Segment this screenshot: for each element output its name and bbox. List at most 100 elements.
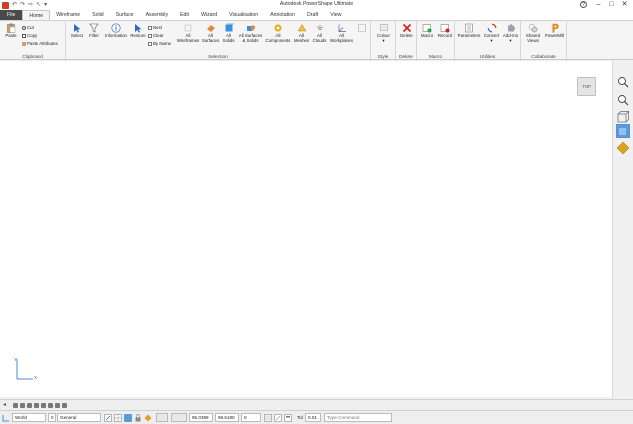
zoom-icon[interactable] <box>616 93 630 107</box>
close-button[interactable]: ✕ <box>618 0 631 10</box>
minimize-button[interactable]: – <box>592 0 605 10</box>
next-icon <box>148 25 152 30</box>
lock-icon[interactable] <box>134 414 142 422</box>
cut-button[interactable]: Cut <box>22 25 34 30</box>
paste-button[interactable]: Paste <box>3 23 19 39</box>
all-workplanes-button[interactable]: All Workplanes <box>328 23 355 43</box>
viewcube-top[interactable]: TOP <box>577 77 596 96</box>
level-name-select[interactable]: General <box>57 413 101 422</box>
view-mode-icon[interactable] <box>124 414 132 422</box>
tab-edit[interactable]: Edit <box>174 10 195 20</box>
level-button[interactable] <box>13 403 18 408</box>
all-components-button[interactable]: All Components <box>264 23 292 43</box>
colour-dropdown-icon[interactable]: ▾ <box>382 38 384 43</box>
copy-button[interactable]: Copy <box>22 33 37 38</box>
parameters-button[interactable]: Parameters <box>456 23 482 39</box>
delete-button[interactable]: Delete <box>397 23 416 39</box>
restore-button[interactable]: Restore <box>129 23 147 39</box>
level-number-field[interactable]: 0 <box>48 413 56 422</box>
polar-icon[interactable] <box>274 414 282 422</box>
tab-surface[interactable]: Surface <box>110 10 140 20</box>
selection-group: Select Filter Information Restore Next C… <box>66 21 371 61</box>
zoom-fit-icon[interactable] <box>616 75 630 89</box>
maximize-button[interactable]: □ <box>605 0 618 10</box>
tab-assembly[interactable]: Assembly <box>140 10 175 20</box>
by-name-icon <box>148 41 152 46</box>
level-button[interactable] <box>48 403 53 408</box>
clear-label: Clear <box>153 33 164 38</box>
graphics-viewport[interactable] <box>0 61 613 397</box>
by-name-button[interactable]: By Name <box>148 41 171 46</box>
material-view-icon[interactable] <box>616 141 630 155</box>
select-arrow-icon <box>74 24 81 33</box>
tab-home[interactable]: Home <box>22 10 51 20</box>
tab-view[interactable]: View <box>324 10 347 20</box>
selection-box-button[interactable] <box>355 23 369 34</box>
shaded-view-icon[interactable] <box>616 124 630 138</box>
workplane-select[interactable]: World <box>12 413 46 422</box>
tab-draft[interactable]: Draft <box>301 10 324 20</box>
addins-button[interactable]: Add-Ins ▾ <box>501 23 520 43</box>
level-nav-left-icon[interactable]: ◂ <box>3 401 6 408</box>
point-cloud-icon <box>316 25 323 31</box>
clear-button[interactable]: Clear <box>148 33 164 38</box>
colour-button[interactable]: Colour ▾ <box>373 23 394 43</box>
window-controls: – □ ✕ <box>592 0 631 10</box>
record-label: Record <box>437 33 453 38</box>
all-surfaces-button[interactable]: All Surfaces <box>201 23 220 43</box>
macro-button[interactable]: Macro <box>418 23 436 39</box>
level-button[interactable] <box>20 403 25 408</box>
all-solids-button[interactable]: All Solids <box>220 23 237 43</box>
all-clouds-button[interactable]: All Clouds <box>311 23 328 43</box>
x-coordinate-field[interactable]: 95.0398 <box>189 413 213 422</box>
cut-label: Cut <box>27 25 34 30</box>
delete-label: Delete <box>400 33 413 38</box>
material-status-icon[interactable] <box>144 414 152 422</box>
all-surfaces-solids-button[interactable]: All Surfaces & Solids <box>237 23 264 43</box>
z-coordinate-field[interactable]: 0 <box>241 413 261 422</box>
tab-wireframe[interactable]: Wireframe <box>50 10 86 20</box>
information-button[interactable]: Information <box>103 23 129 39</box>
tab-annotation[interactable]: Annotation <box>264 10 301 20</box>
filter-icon <box>89 23 99 33</box>
convert-dropdown-icon[interactable]: ▾ <box>490 38 492 43</box>
convert-button[interactable]: Convert ▾ <box>482 23 501 43</box>
help-icon[interactable]: ? <box>580 1 587 8</box>
command-input[interactable] <box>324 413 392 422</box>
calculator-icon[interactable] <box>284 414 292 422</box>
addins-dropdown-icon[interactable]: ▾ <box>509 38 511 43</box>
select-button[interactable]: Select <box>68 23 86 39</box>
powermill-button[interactable]: PowerMill <box>543 23 566 39</box>
level-button[interactable] <box>41 403 46 408</box>
coordinate-mode-icon[interactable] <box>264 414 272 422</box>
all-solids-label-2: Solids <box>222 37 235 43</box>
tab-wizard[interactable]: Wizard <box>195 10 223 20</box>
paste-icon <box>7 23 16 33</box>
next-label: Next <box>153 25 163 30</box>
grid-icon[interactable] <box>114 414 122 422</box>
level-button[interactable] <box>27 403 32 408</box>
all-meshes-button[interactable]: All Meshes <box>292 23 311 43</box>
copy-label: Copy <box>27 33 38 38</box>
selection-group-label: Selection <box>208 55 228 60</box>
next-button[interactable]: Next <box>148 25 162 30</box>
record-button[interactable]: Record <box>436 23 454 39</box>
workplane-icon <box>338 24 346 32</box>
tab-visualisation[interactable]: Visualisation <box>223 10 264 20</box>
wireframe-box-icon[interactable] <box>616 110 630 124</box>
tolerance-field[interactable]: 0.01 <box>305 413 321 422</box>
level-button[interactable] <box>34 403 39 408</box>
shared-views-button[interactable]: Shared Views <box>522 23 544 43</box>
all-wireframes-button[interactable]: All Wireframes <box>175 23 201 43</box>
snap-icon[interactable] <box>104 414 112 422</box>
workplane-status-icon[interactable] <box>2 414 10 422</box>
filter-button[interactable]: Filter <box>86 23 102 39</box>
y-coordinate-field[interactable]: 98.6180 <box>215 413 239 422</box>
level-button[interactable] <box>55 403 60 408</box>
level-name-value: General <box>60 415 77 420</box>
level-button[interactable] <box>62 403 67 408</box>
paste-attributes-button[interactable]: Paste Attributes <box>22 41 58 46</box>
macro-group: Macro Record Macro <box>417 21 455 61</box>
tab-solid[interactable]: Solid <box>86 10 110 20</box>
tab-file[interactable]: File <box>0 10 23 20</box>
